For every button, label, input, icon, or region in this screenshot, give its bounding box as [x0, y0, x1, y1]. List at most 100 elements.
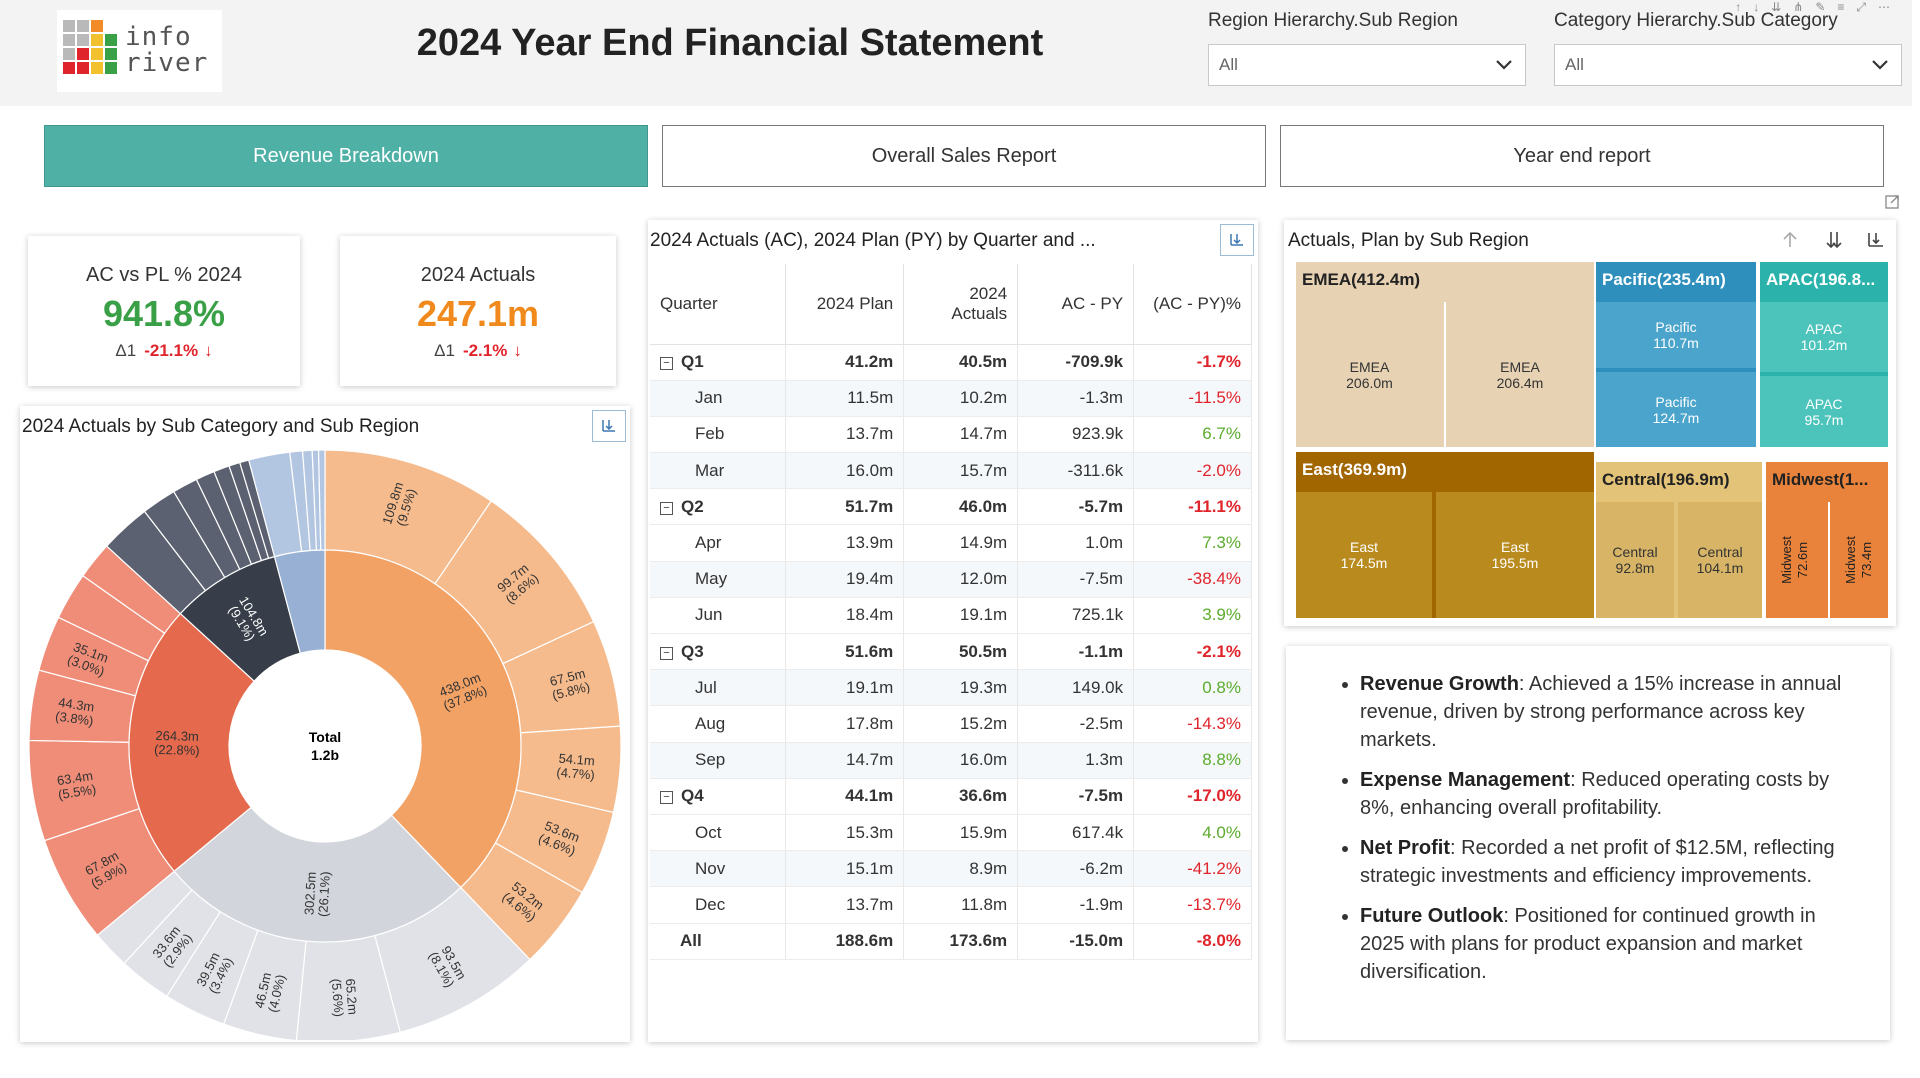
visual-header-icons[interactable]: ↑↓⇊⋔✎≡⤢⋯	[1735, 0, 1902, 15]
treemap-group-east[interactable]: East(369.9m) East 174.5m East 195.5m	[1296, 452, 1594, 618]
treemap-group-midwest[interactable]: Midwest(1... Midwest 72.6m Midwest 73.4m	[1766, 462, 1888, 618]
tab-year-end-report[interactable]: Year end report	[1280, 125, 1884, 187]
treemap-leaf[interactable]: East 195.5m	[1436, 492, 1594, 618]
treemap-leaf[interactable]: EMEA 206.0m	[1296, 302, 1443, 447]
column-header-plan[interactable]: 2024 Plan	[785, 264, 905, 345]
treemap-leaf[interactable]: Pacific 124.7m	[1596, 372, 1756, 447]
collapse-icon[interactable]: −	[660, 501, 673, 515]
matrix-title: 2024 Actuals (AC), 2024 Plan (PY) by Qua…	[650, 230, 1096, 251]
cell-plan: 16.0m	[785, 452, 905, 490]
drill-down-button[interactable]	[592, 410, 626, 442]
drill-down-button[interactable]	[1220, 224, 1254, 256]
treemap-leaf[interactable]: Midwest 73.4m	[1828, 502, 1888, 618]
cell-diff: 725.1k	[1017, 597, 1135, 635]
leaf-value: 206.0m	[1346, 374, 1393, 391]
leaf-name: Midwest	[1843, 536, 1858, 584]
treemap-title: Actuals, Plan by Sub Region	[1288, 230, 1529, 251]
expand-all-down-icon[interactable]	[1824, 230, 1844, 250]
treemap-leaf[interactable]: Midwest 72.6m	[1766, 502, 1824, 618]
tab-revenue-breakdown[interactable]: Revenue Breakdown	[44, 125, 648, 187]
cell-actual: 46.0m	[903, 488, 1019, 526]
treemap-leaf[interactable]: Pacific 110.7m	[1596, 302, 1756, 368]
column-header-ac-py[interactable]: AC - PY	[1017, 264, 1135, 345]
row-label: Oct	[650, 814, 787, 852]
region-filter-dropdown[interactable]: All	[1208, 44, 1526, 86]
month-row[interactable]: Jul 19.1m 19.3m 149.0k 0.8%	[650, 669, 1252, 707]
row-label: All	[650, 923, 787, 960]
cell-actual: 173.6m	[903, 923, 1019, 960]
drill-down-icon	[602, 420, 615, 432]
treemap-leaf[interactable]: APAC 95.7m	[1760, 376, 1888, 447]
month-row[interactable]: Feb 13.7m 14.7m 923.9k 6.7%	[650, 416, 1252, 454]
quarter-row[interactable]: − Q1 41.2m 40.5m -709.9k -1.7%	[650, 344, 1252, 381]
drill-down-icon[interactable]	[1866, 230, 1886, 250]
treemap-group-central[interactable]: Central(196.9m) Central 92.8m Central 104.…	[1596, 462, 1762, 618]
leaf-value: 110.7m	[1653, 335, 1699, 351]
row-label: Nov	[650, 850, 787, 888]
month-row[interactable]: Aug 17.8m 15.2m -2.5m -14.3%	[650, 705, 1252, 743]
cell-plan: 18.4m	[785, 597, 905, 635]
cell-diff: -709.9k	[1017, 344, 1135, 381]
month-row[interactable]: Nov 15.1m 8.9m -6.2m -41.2%	[650, 850, 1252, 888]
treemap-leaf[interactable]: APAC 101.2m	[1760, 302, 1888, 372]
column-header-ac-py-pct[interactable]: (AC - PY)%	[1133, 264, 1252, 345]
cell-plan: 13.7m	[785, 886, 905, 924]
cell-actual: 15.7m	[903, 452, 1019, 490]
tab-overall-sales-report[interactable]: Overall Sales Report	[662, 125, 1266, 187]
month-row[interactable]: Dec 13.7m 11.8m -1.9m -13.7%	[650, 886, 1252, 924]
row-label-text: Apr	[695, 533, 722, 553]
column-header-actuals[interactable]: 2024 Actuals	[903, 264, 1019, 345]
month-row[interactable]: May 19.4m 12.0m -7.5m -38.4%	[650, 561, 1252, 598]
outer-ring-label: 65.2m(5.6%)	[329, 977, 361, 1017]
quarter-row[interactable]: − Q4 44.1m 36.6m -7.5m -17.0%	[650, 778, 1252, 815]
row-label: May	[650, 561, 787, 598]
column-header-quarter[interactable]: Quarter	[650, 264, 787, 345]
month-row[interactable]: Sep 14.7m 16.0m 1.3m 8.8%	[650, 742, 1252, 779]
arrow-up-icon[interactable]	[1780, 230, 1800, 250]
region-filter-label: Region Hierarchy.Sub Region	[1208, 10, 1458, 31]
month-row[interactable]: Oct 15.3m 15.9m 617.4k 4.0%	[650, 814, 1252, 852]
cell-actual: 16.0m	[903, 742, 1019, 779]
sunburst-panel: 2024 Actuals by Sub Category and Sub Reg…	[20, 406, 630, 1042]
leaf-name: Pacific	[1655, 393, 1697, 410]
treemap-group-label: EMEA(412.4m)	[1302, 270, 1421, 289]
treemap-group-emea[interactable]: EMEA(412.4m) EMEA 206.0m EMEA 206.4m	[1296, 262, 1594, 447]
cell-pct: -14.3%	[1133, 705, 1252, 743]
cell-actual: 10.2m	[903, 380, 1019, 417]
leaf-name: EMEA	[1349, 358, 1390, 375]
row-label: − Q2	[650, 488, 787, 526]
inner-ring-label: 264.3m(22.8%)	[154, 728, 200, 758]
treemap-leaf[interactable]: East 174.5m	[1296, 492, 1432, 618]
treemap-group-pacific[interactable]: Pacific(235.4m) Pacific 110.7m Pacific 124…	[1596, 262, 1756, 447]
row-label-text: Q1	[681, 352, 704, 372]
row-label-text: May	[695, 569, 728, 589]
sunburst-chart: 109.8m(9.5%)99.7m(8.6%)67.5m(5.8%)54.1m(…	[28, 449, 622, 1040]
collapse-icon[interactable]: −	[660, 646, 673, 660]
row-label: − Q1	[650, 344, 787, 381]
treemap-leaf[interactable]: EMEA 206.4m	[1444, 302, 1594, 447]
month-row[interactable]: Jun 18.4m 19.1m 725.1k 3.9%	[650, 597, 1252, 635]
cell-pct: 4.0%	[1133, 814, 1252, 852]
month-row[interactable]: Apr 13.9m 14.9m 1.0m 7.3%	[650, 524, 1252, 562]
leaf-name: EMEA	[1500, 358, 1540, 375]
row-label-text: All	[680, 931, 702, 951]
treemap-leaf[interactable]: Central 92.8m	[1596, 502, 1674, 618]
kpi-value: 941.8%	[102, 293, 226, 334]
month-row[interactable]: Mar 16.0m 15.7m -311.6k -2.0%	[650, 452, 1252, 490]
row-label: Apr	[650, 524, 787, 562]
region-filter-value: All	[1219, 55, 1238, 74]
row-label-text: Sep	[695, 750, 726, 770]
treemap-group-apac[interactable]: APAC(196.8... APAC 101.2m APAC 95.7m	[1760, 262, 1888, 447]
collapse-icon[interactable]: −	[660, 791, 673, 805]
treemap-leaf[interactable]: Central 104.1m	[1678, 502, 1762, 618]
row-label: Jan	[650, 380, 787, 417]
category-filter-dropdown[interactable]: All	[1554, 44, 1902, 86]
total-row[interactable]: All 188.6m 173.6m -15.0m -8.0%	[650, 923, 1252, 960]
quarter-row[interactable]: − Q3 51.6m 50.5m -1.1m -2.1%	[650, 633, 1252, 671]
row-label: Feb	[650, 416, 787, 454]
leaf-value: 72.6m	[1795, 541, 1810, 579]
quarter-row[interactable]: − Q2 51.7m 46.0m -5.7m -11.1%	[650, 488, 1252, 526]
collapse-icon[interactable]: −	[660, 357, 673, 371]
focus-mode-icon[interactable]	[1884, 194, 1900, 210]
month-row[interactable]: Jan 11.5m 10.2m -1.3m -11.5%	[650, 380, 1252, 417]
